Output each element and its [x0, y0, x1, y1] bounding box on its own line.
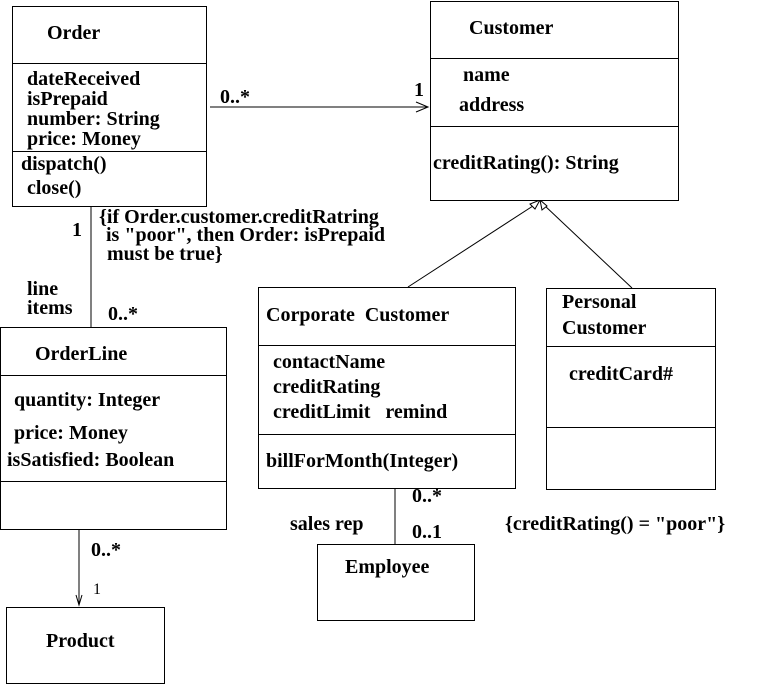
operations-section: creditRating(): String: [431, 126, 678, 173]
operation: close(): [27, 177, 82, 199]
multiplicity: 0..*: [108, 303, 138, 325]
operations-section: dispatch() close(): [13, 151, 206, 198]
attribute: quantity: Integer: [14, 389, 161, 411]
attribute: dateReceived: [27, 68, 141, 90]
class-name: Product: [46, 630, 115, 652]
uml-class-diagram: Order dateReceived isPrepaid number: Str…: [0, 0, 772, 684]
operations-section: [547, 427, 715, 428]
class-name: Employee: [345, 556, 430, 578]
attribute: creditLimit remind: [273, 401, 448, 423]
operation: billForMonth(Integer): [266, 450, 459, 472]
class-name: Customer: [562, 317, 647, 339]
constraint-note: must be true}: [107, 243, 223, 265]
generalization-triangle-icon: [539, 198, 548, 211]
multiplicity: 1: [414, 79, 424, 101]
attributes-section: quantity: Integer price: Money isSatisfi…: [1, 375, 226, 482]
role-label: line: [27, 278, 59, 300]
multiplicity: 1: [72, 219, 82, 241]
role-label: items: [27, 297, 73, 319]
attribute: isPrepaid: [27, 88, 108, 110]
class-name: OrderLine: [35, 343, 128, 365]
multiplicity: 1: [93, 581, 101, 598]
class-product[interactable]: Product: [6, 607, 165, 684]
class-name: Order: [47, 22, 101, 44]
multiplicity: 0..*: [412, 485, 442, 507]
operation: dispatch(): [21, 153, 107, 175]
attribute: price: Money: [27, 128, 141, 150]
class-employee[interactable]: Employee: [317, 544, 475, 621]
generalization-corporate: [407, 203, 537, 288]
generalization-triangle-icon: [529, 199, 542, 210]
generalization-personal: [543, 204, 633, 289]
class-customer[interactable]: Customer name address creditRating(): St…: [430, 1, 679, 201]
attribute: address: [459, 94, 525, 116]
operations-section: billForMonth(Integer): [259, 434, 515, 471]
attribute: number: String: [27, 108, 160, 130]
multiplicity: 0..*: [220, 86, 250, 108]
operation: creditRating(): String: [433, 152, 619, 174]
attributes-section: dateReceived isPrepaid number: String pr…: [13, 63, 206, 152]
attribute: contactName: [273, 351, 386, 373]
operations-section: [1, 481, 226, 482]
class-name: Customer: [469, 17, 554, 39]
attributes-section: name address: [431, 58, 678, 127]
class-personal-customer[interactable]: Personal Customer creditCard#: [546, 288, 716, 490]
class-name: Personal: [562, 291, 637, 313]
class-order[interactable]: Order dateReceived isPrepaid number: Str…: [12, 6, 207, 207]
attribute: name: [463, 64, 510, 86]
multiplicity: 0..1: [412, 521, 442, 543]
attribute: creditCard#: [569, 363, 674, 385]
class-name: Corporate Customer: [266, 304, 450, 326]
attributes-section: contactName creditRating creditLimit rem…: [259, 345, 515, 435]
attribute: price: Money: [14, 422, 128, 444]
attributes-section: creditCard#: [547, 346, 715, 428]
multiplicity: 0..*: [91, 539, 121, 561]
attribute: creditRating: [273, 376, 381, 398]
constraint-note: is "poor", then Order: isPrepaid: [106, 224, 386, 246]
class-order-line[interactable]: OrderLine quantity: Integer price: Money…: [0, 327, 227, 530]
constraint-note: {creditRating() = "poor"}: [505, 513, 726, 535]
attribute: isSatisfied: Boolean: [7, 449, 175, 471]
class-corporate-customer[interactable]: Corporate Customer contactName creditRat…: [258, 287, 516, 489]
role-label: sales rep: [290, 513, 364, 535]
